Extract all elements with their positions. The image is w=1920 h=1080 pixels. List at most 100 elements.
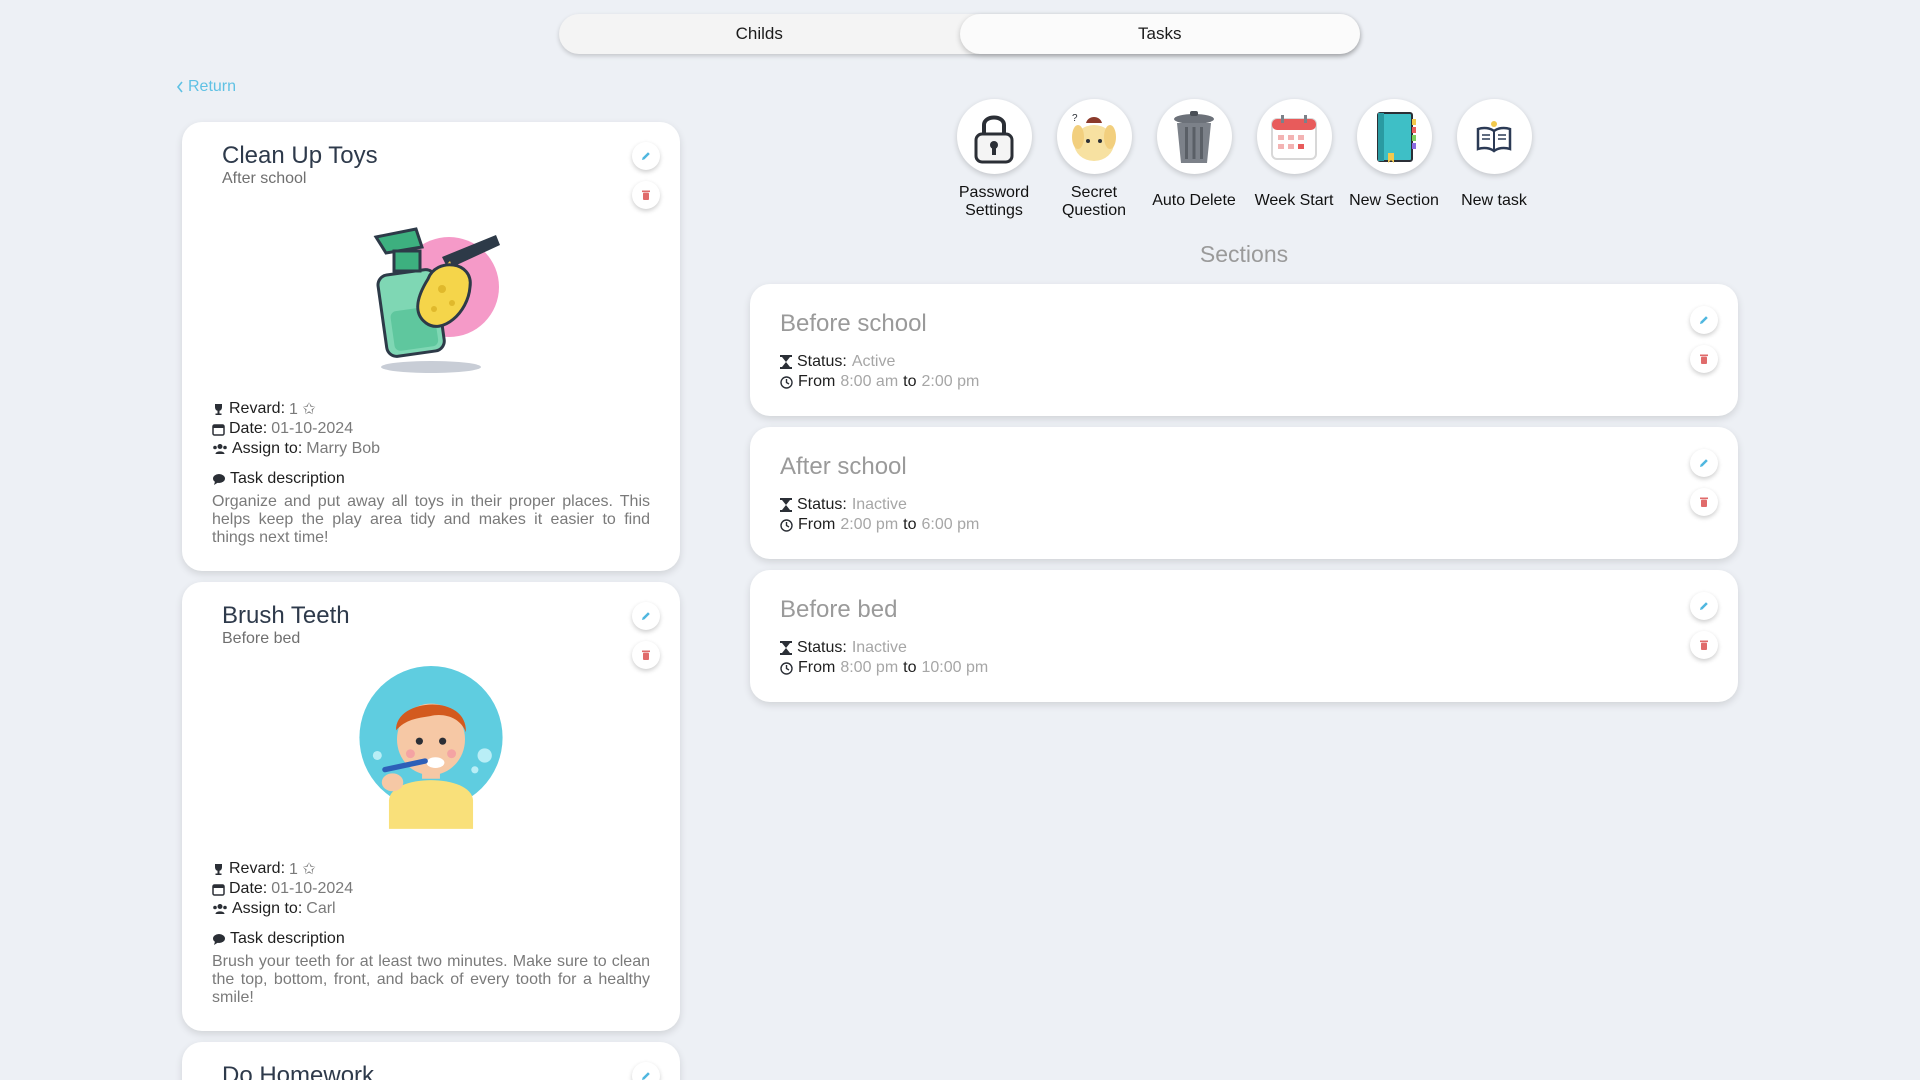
action-circle: ? (1056, 99, 1132, 174)
action-circle (1156, 99, 1232, 174)
status-label: Status: (797, 496, 847, 513)
hourglass-icon (780, 498, 792, 512)
time-row: From 8:00 am to 2:00 pm (780, 372, 979, 392)
trash-icon (642, 650, 650, 660)
delete-task-button[interactable] (632, 641, 660, 669)
delete-task-button[interactable] (632, 181, 660, 209)
status-label: Status: (797, 353, 847, 370)
assign-row: Assign to: Marry Bob (212, 439, 380, 459)
action-label: Week Start (1254, 192, 1334, 209)
chevron-left-icon (176, 81, 183, 93)
pencil-icon (642, 1072, 650, 1080)
pencil-icon (1700, 459, 1708, 467)
action-circle (956, 99, 1032, 174)
open-book-icon (1476, 120, 1512, 153)
hourglass-icon (780, 641, 792, 655)
app-page: Childs Tasks Return Clean Up Toys After … (0, 0, 1920, 1080)
status-value: Inactive (851, 639, 907, 656)
task-card: Clean Up Toys After school Revard: 1 ✩ D… (182, 122, 680, 571)
task-card: Do Homework (182, 1042, 680, 1080)
from-time: 8:00 pm (840, 659, 899, 676)
action-circle (1356, 99, 1432, 174)
action-label: Password Settings (958, 184, 1030, 219)
reward-label: Revard: (229, 400, 286, 417)
trophy-icon (215, 863, 222, 875)
edit-section-button[interactable] (1690, 306, 1718, 334)
section-name: Before school (780, 310, 927, 337)
status-value: Inactive (851, 496, 907, 513)
task-title: Clean Up Toys (222, 142, 378, 169)
edit-task-button[interactable] (632, 142, 660, 170)
tab-childs[interactable]: Childs (559, 14, 960, 54)
task-title: Brush Teeth (222, 602, 350, 629)
reward-row: Revard: 1 ✩ (212, 859, 353, 879)
task-meta: Revard: 1 ✩ Date: 01-10-2024 Assign to: … (212, 399, 380, 489)
pencil-icon (642, 152, 650, 160)
delete-section-button[interactable] (1690, 488, 1718, 516)
auto-delete-button[interactable]: Auto Delete (1144, 99, 1244, 210)
return-label: Return (188, 78, 237, 95)
section-meta: Status: Active From 8:00 am to 2:00 pm (780, 352, 979, 392)
new-section-button[interactable]: New Section (1344, 99, 1444, 210)
time-row: From 2:00 pm to 6:00 pm (780, 515, 979, 535)
action-label: Auto Delete (1152, 192, 1236, 209)
comment-icon (213, 473, 225, 485)
date-label: Date: (229, 880, 268, 897)
section-card: Before school Status: Active From 8:00 a… (750, 284, 1738, 416)
action-label: New task (1461, 192, 1527, 209)
to-time: 10:00 pm (921, 659, 989, 676)
hourglass-icon (780, 355, 792, 369)
reward-label: Revard: (229, 860, 286, 877)
assign-value: Marry Bob (306, 440, 381, 457)
tab-tasks[interactable]: Tasks (959, 14, 1360, 54)
padlock-icon (974, 115, 1014, 163)
trash-can-icon (1174, 110, 1214, 163)
edit-task-button[interactable] (632, 1062, 660, 1080)
top-tabs: Childs Tasks (559, 14, 1360, 54)
calendar-icon (1271, 114, 1317, 160)
delete-section-button[interactable] (1690, 631, 1718, 659)
description-heading-row: Task description (212, 469, 380, 489)
to-label: to (903, 516, 917, 533)
description-heading-row: Task description (212, 929, 353, 949)
assign-row: Assign to: Carl (212, 899, 353, 919)
puppy-icon: ? (1072, 113, 1116, 161)
status-row: Status: Inactive (780, 495, 979, 515)
date-value: 01-10-2024 (271, 420, 354, 437)
from-time: 2:00 pm (840, 516, 899, 533)
task-section: Before bed (222, 630, 301, 647)
delete-section-button[interactable] (1690, 345, 1718, 373)
new-task-button[interactable]: New task (1444, 99, 1544, 210)
section-card: After school Status: Inactive From 2:00 … (750, 427, 1738, 559)
pencil-icon (1700, 602, 1708, 610)
edit-section-button[interactable] (1690, 592, 1718, 620)
section-name: Before bed (780, 596, 898, 623)
to-label: to (903, 373, 917, 390)
task-description: Brush your teeth for at least two minute… (212, 953, 650, 1006)
section-name: After school (780, 453, 907, 480)
time-row: From 8:00 pm to 10:00 pm (780, 658, 988, 678)
return-link[interactable]: Return (176, 78, 236, 96)
to-label: to (903, 659, 917, 676)
description-heading: Task description (230, 470, 345, 487)
password-settings-button[interactable]: Password Settings (944, 99, 1044, 220)
assign-label: Assign to: (232, 440, 303, 457)
week-start-button[interactable]: Week Start (1244, 99, 1344, 210)
to-time: 2:00 pm (921, 373, 980, 390)
comment-icon (213, 933, 225, 945)
reward-row: Revard: 1 ✩ (212, 399, 380, 419)
status-value: Active (851, 353, 896, 370)
sections-heading: Sections (1199, 241, 1289, 267)
description-heading: Task description (230, 930, 345, 947)
task-section: After school (222, 170, 307, 187)
task-description: Organize and put away all toys in their … (212, 493, 650, 546)
notebook-icon (1377, 111, 1416, 163)
secret-question-button[interactable]: ? Secret Question (1044, 99, 1144, 220)
assign-label: Assign to: (232, 900, 303, 917)
trash-icon (1700, 497, 1708, 507)
trash-icon (642, 190, 650, 200)
users-icon (213, 904, 227, 914)
edit-task-button[interactable] (632, 602, 660, 630)
edit-section-button[interactable] (1690, 449, 1718, 477)
reward-value: 1 ✩ (289, 401, 316, 418)
